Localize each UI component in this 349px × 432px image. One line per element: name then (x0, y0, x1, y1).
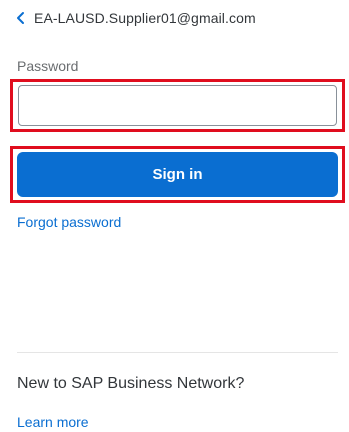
signin-button[interactable]: Sign in (17, 152, 338, 197)
divider (17, 352, 338, 353)
login-page: EA-LAUSD.Supplier01@gmail.com Password S… (0, 0, 349, 432)
account-email: EA-LAUSD.Supplier01@gmail.com (34, 10, 256, 26)
network-question: New to SAP Business Network? (17, 375, 245, 392)
learn-more-link[interactable]: Learn more (17, 414, 89, 430)
password-input[interactable] (18, 85, 337, 126)
back-to-email-link[interactable]: EA-LAUSD.Supplier01@gmail.com (16, 10, 256, 26)
forgot-password-link[interactable]: Forgot password (17, 214, 121, 230)
password-label: Password (17, 58, 79, 74)
chevron-left-icon[interactable] (16, 11, 26, 25)
